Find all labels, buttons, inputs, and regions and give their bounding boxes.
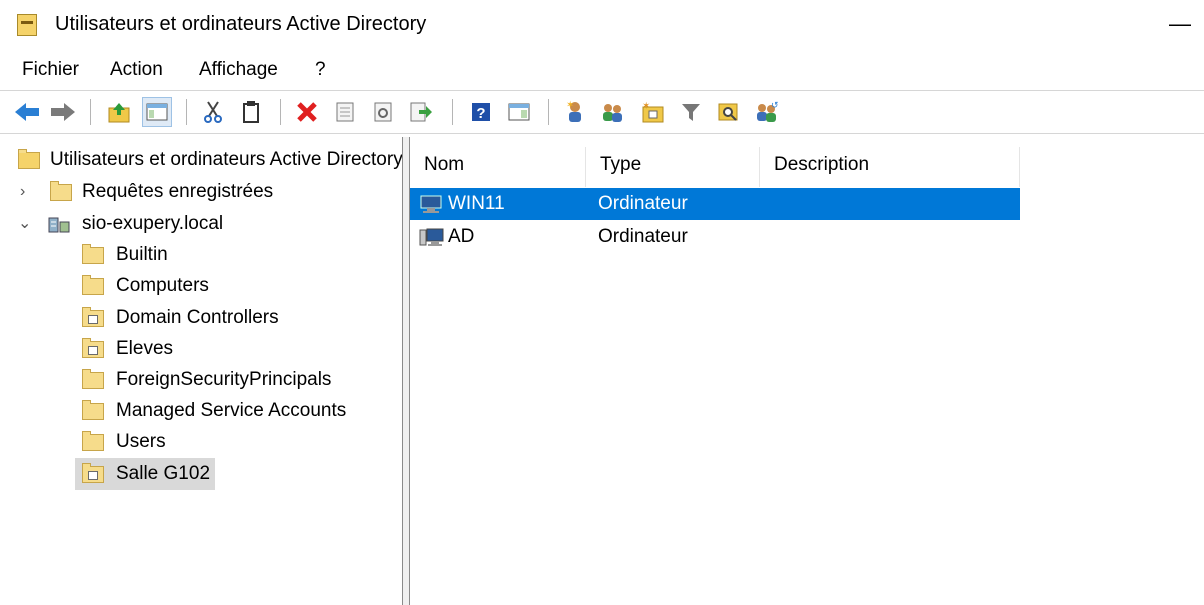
export-list-icon[interactable] (406, 97, 436, 127)
tree-item-domain[interactable]: ⌄ sio-exupery.local (0, 209, 402, 239)
tree-item-saved-queries[interactable]: › Requêtes enregistrées (0, 177, 402, 207)
new-user-icon[interactable]: ✶ (560, 97, 590, 127)
tree-item-label: Users (116, 431, 166, 452)
tree-item-managed-service-accounts[interactable]: Managed Service Accounts (0, 396, 402, 426)
active-directory-app-icon (17, 14, 37, 36)
tree-item-label: Builtin (116, 244, 168, 265)
up-folder-icon[interactable] (104, 97, 134, 127)
menu-help[interactable]: ? (315, 59, 326, 81)
tree-item-label: Eleves (116, 338, 174, 359)
list-item-win11[interactable]: WIN11 Ordinateur (410, 188, 1020, 220)
details-list-pane: Nom Type Description WIN11 Ordinateur AD… (410, 137, 1204, 605)
ou-folder-icon (82, 463, 104, 483)
tree-item-foreign-security-principals[interactable]: ForeignSecurityPrincipals (0, 365, 402, 395)
refresh-icon[interactable] (368, 97, 398, 127)
tree-item-root[interactable]: Utilisateurs et ordinateurs Active Direc… (0, 145, 402, 175)
pane-splitter[interactable] (402, 137, 410, 605)
minimize-button[interactable]: — (1160, 4, 1200, 44)
menu-action[interactable]: Action (110, 59, 163, 81)
computer-icon (419, 228, 444, 246)
folder-icon (82, 431, 104, 451)
cell-type: Ordinateur (598, 193, 688, 214)
tree-item-label: Salle G102 (116, 463, 211, 484)
ou-folder-icon (82, 338, 104, 358)
menu-affichage[interactable]: Affichage (199, 59, 278, 81)
copy-icon[interactable] (236, 97, 266, 127)
toolbar-separator (548, 99, 549, 125)
cell-type: Ordinateur (598, 226, 688, 247)
column-header-type[interactable]: Type (586, 147, 760, 187)
computer-icon (420, 195, 442, 213)
title-bar: Utilisateurs et ordinateurs Active Direc… (0, 0, 1204, 52)
console-tree-pane: Utilisateurs et ordinateurs Active Direc… (0, 137, 402, 605)
add-to-group-icon[interactable]: ↺ (752, 97, 782, 127)
tree-item-label: Domain Controllers (116, 307, 279, 328)
column-header-label: Description (774, 154, 870, 175)
toolbar-divider (0, 133, 1204, 134)
tree-item-eleves[interactable]: Eleves (0, 334, 402, 364)
folder-icon (82, 369, 104, 389)
properties-icon[interactable] (330, 97, 360, 127)
svg-text:✶: ✶ (642, 101, 650, 112)
ou-folder-icon (82, 307, 104, 327)
find-icon[interactable] (714, 97, 744, 127)
folder-icon (50, 181, 72, 201)
active-directory-root-icon (18, 149, 40, 169)
svg-text:↺: ↺ (771, 100, 779, 110)
toolbar-divider (0, 90, 1204, 91)
forward-arrow-icon[interactable] (48, 97, 78, 127)
list-item-ad[interactable]: AD Ordinateur (410, 221, 1020, 253)
toolbar-separator (452, 99, 453, 125)
domain-icon (48, 217, 70, 233)
help-icon[interactable]: ? (466, 97, 496, 127)
toolbar-separator (186, 99, 187, 125)
chevron-right-icon[interactable]: › (20, 177, 25, 207)
window-title: Utilisateurs et ordinateurs Active Direc… (55, 13, 427, 35)
tree-item-builtin[interactable]: Builtin (0, 240, 402, 270)
filter-icon[interactable] (676, 97, 706, 127)
chevron-down-icon[interactable]: ⌄ (18, 209, 31, 239)
tree-item-salle-g102[interactable]: Salle G102 (0, 459, 402, 489)
show-action-pane-icon[interactable] (504, 97, 534, 127)
delete-icon[interactable] (292, 97, 322, 127)
back-arrow-icon[interactable] (12, 97, 42, 127)
menu-bar: Fichier Action Affichage ? (0, 56, 1204, 86)
toolbar-separator (280, 99, 281, 125)
tree-item-domain-controllers[interactable]: Domain Controllers (0, 303, 402, 333)
toolbar: ? ✶ ✶ ↺ (0, 93, 1204, 131)
tree-item-computers[interactable]: Computers (0, 271, 402, 301)
menu-fichier[interactable]: Fichier (22, 59, 79, 81)
svg-text:?: ? (476, 105, 485, 122)
cut-icon[interactable] (198, 97, 228, 127)
toolbar-separator (90, 99, 91, 125)
cell-name: AD (448, 226, 475, 247)
folder-icon (82, 244, 104, 264)
svg-text:✶: ✶ (566, 100, 574, 111)
tree-item-label: ForeignSecurityPrincipals (116, 369, 332, 390)
cell-name: WIN11 (448, 193, 505, 214)
tree-item-label: sio-exupery.local (82, 213, 224, 234)
column-header-nom[interactable]: Nom (410, 147, 586, 187)
column-header-description[interactable]: Description (760, 147, 1020, 187)
tree-item-label: Utilisateurs et ordinateurs Active Direc… (50, 149, 402, 170)
tree-item-users[interactable]: Users (0, 427, 402, 457)
show-hide-console-tree-icon[interactable] (142, 97, 172, 127)
column-header-label: Type (600, 154, 642, 175)
folder-icon (82, 400, 104, 420)
tree-item-label: Computers (116, 275, 209, 296)
tree-item-label: Managed Service Accounts (116, 400, 347, 421)
new-ou-icon[interactable]: ✶ (638, 97, 668, 127)
new-group-icon[interactable] (598, 97, 628, 127)
folder-icon (82, 275, 104, 295)
column-header-label: Nom (424, 154, 465, 175)
tree-item-label: Requêtes enregistrées (82, 181, 274, 202)
